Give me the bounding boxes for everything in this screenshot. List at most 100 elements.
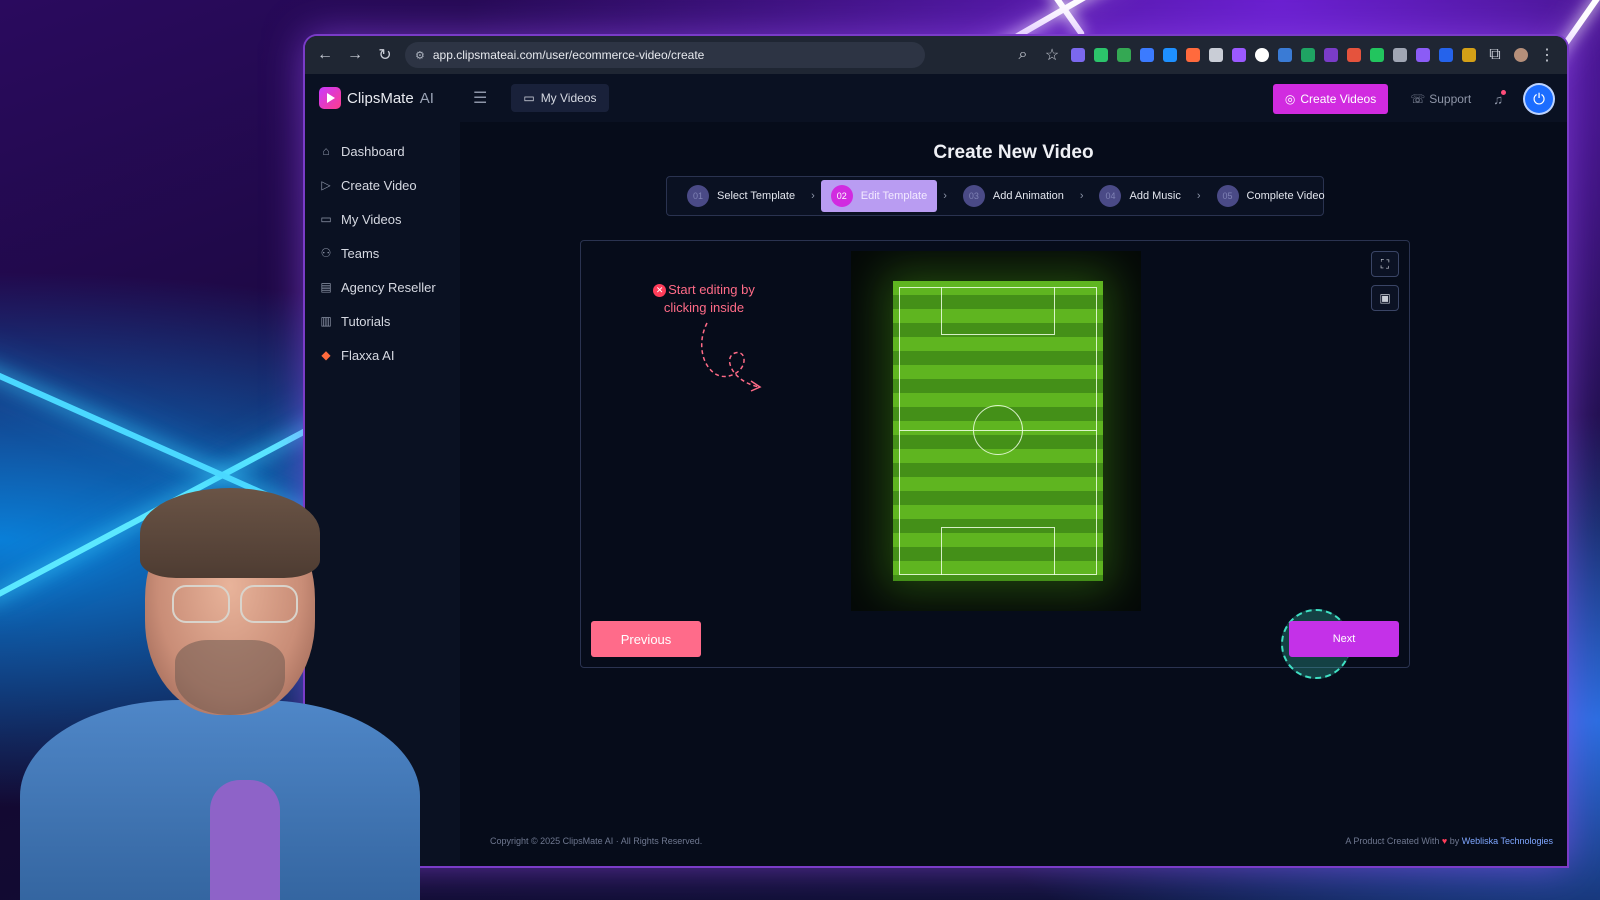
microphone [210, 780, 280, 900]
extension-icon[interactable] [1094, 48, 1108, 62]
extension-icon[interactable] [1209, 48, 1223, 62]
extension-icon[interactable] [1071, 48, 1085, 62]
extension-icon[interactable] [1370, 48, 1384, 62]
reload-icon[interactable]: ↻ [375, 45, 395, 65]
step-number: 01 [687, 185, 709, 207]
top-navbar: ClipsMate AI ☰ ▭ My Videos ◎ Create Vide… [305, 74, 1567, 122]
create-videos-button[interactable]: ◎ Create Videos [1272, 84, 1389, 114]
step-progress: 01 Select Template › 02 Edit Template › … [666, 176, 1325, 216]
chevron-right-icon: › [811, 190, 815, 202]
curly-arrow-icon [701, 322, 762, 392]
sidebar-item-tutorials[interactable]: ▥ Tutorials [305, 304, 455, 338]
power-icon[interactable]: ⏻ [1525, 85, 1553, 113]
chevron-right-icon: › [1079, 190, 1084, 202]
extension-icon[interactable] [1186, 48, 1200, 62]
headset-icon: ☏ [1410, 92, 1426, 106]
sidebar-item-dashboard[interactable]: ⌂ Dashboard [305, 134, 455, 168]
glasses-lens [172, 585, 230, 623]
create-videos-label: Create Videos [1300, 92, 1377, 106]
webcam-overlay [0, 480, 420, 900]
briefcase-icon: ▤ [320, 280, 332, 294]
penalty-box-bottom [941, 527, 1055, 575]
book-icon: ▥ [320, 314, 332, 328]
extension-icon[interactable] [1232, 48, 1246, 62]
brand-suffix: AI [419, 89, 434, 107]
step-number: 04 [1099, 185, 1122, 207]
menu-dots-icon[interactable]: ⋮ [1537, 45, 1557, 65]
sidebar-item-flaxxa-ai[interactable]: ◆ Flaxxa AI [305, 338, 455, 372]
url-text: app.clipsmateai.com/user/ecommerce-video… [432, 48, 705, 62]
sidebar-item-agency-reseller[interactable]: ▤ Agency Reseller [305, 270, 455, 304]
fullscreen-icon[interactable]: ⛶ [1371, 251, 1399, 277]
step-number: 05 [1216, 185, 1239, 207]
play-circle-icon: ▷ [321, 178, 331, 192]
puzzle-icon[interactable]: ⧉ [1485, 46, 1505, 64]
company-link[interactable]: Webliska Technologies [1462, 836, 1553, 846]
extension-icon[interactable] [1140, 48, 1154, 62]
extension-icon[interactable] [1301, 48, 1315, 62]
topnav-actions: ◎ Create Videos ☏ Support ♫ ⏻ [1272, 84, 1553, 114]
previous-button[interactable]: Previous [591, 621, 701, 657]
step-number: 02 [830, 185, 853, 207]
brand-logo[interactable]: ClipsMate AI [319, 87, 469, 109]
sidebar-item-label: Dashboard [341, 143, 405, 159]
my-videos-tab-label: My Videos [540, 91, 597, 105]
extension-icon[interactable] [1347, 48, 1361, 62]
bookmark-star-icon[interactable]: ☆ [1042, 45, 1062, 65]
play-circle-icon: ◎ [1284, 92, 1296, 106]
step-select-template[interactable]: 01 Select Template [677, 180, 805, 212]
brand-name: ClipsMate [347, 89, 414, 107]
sidebar-item-my-videos[interactable]: ▭ My Videos [305, 202, 455, 236]
step-label: Add Animation [992, 190, 1064, 202]
page-title: Create New Video [933, 142, 1094, 163]
support-link[interactable]: ☏ Support [1410, 92, 1471, 106]
extension-icon[interactable] [1439, 48, 1453, 62]
browser-toolbar: ← → ↻ ⚙ app.clipsmateai.com/user/ecommer… [305, 36, 1567, 74]
next-button[interactable]: Next [1289, 621, 1399, 657]
credit-by: by [1449, 836, 1460, 846]
back-icon[interactable]: ← [315, 46, 335, 64]
zoom-icon[interactable]: ⌕ [1013, 46, 1033, 64]
profile-avatar[interactable] [1514, 48, 1528, 62]
sidebar-item-teams[interactable]: ⚇ Teams [305, 236, 455, 270]
video-preview-canvas[interactable] [851, 251, 1141, 611]
step-add-animation[interactable]: 03 Add Animation [953, 180, 1074, 212]
notification-bell-icon[interactable]: ♫ [1493, 89, 1506, 107]
app: ClipsMate AI ☰ ▭ My Videos ◎ Create Vide… [305, 74, 1567, 866]
extension-icon[interactable] [1462, 48, 1476, 62]
logo-icon [319, 87, 341, 109]
my-videos-tab[interactable]: ▭ My Videos [511, 84, 609, 112]
step-label: Add Music [1129, 190, 1181, 202]
main-content: Create New Video 01 Select Template › 02… [460, 122, 1567, 866]
video-icon: ▭ [523, 91, 535, 105]
extension-icon[interactable] [1416, 48, 1430, 62]
extension-icon[interactable] [1324, 48, 1338, 62]
sidebar-item-create-video[interactable]: ▷ Create Video [305, 168, 455, 202]
copyright-text: Copyright © 2025 ClipsMate AI · All Righ… [490, 836, 703, 846]
extension-icon[interactable] [1163, 48, 1177, 62]
close-circle-icon: ✕ [653, 283, 667, 297]
step-complete-video[interactable]: 05 Complete Video [1207, 180, 1335, 212]
sidebar-item-label: Flaxxa AI [341, 347, 395, 363]
sidebar-item-label: Tutorials [341, 313, 391, 329]
extension-icon[interactable] [1255, 48, 1269, 62]
extension-icon[interactable] [1117, 48, 1131, 62]
address-bar[interactable]: ⚙ app.clipsmateai.com/user/ecommerce-vid… [405, 42, 925, 68]
step-label: Select Template [717, 190, 796, 202]
editing-hint: ✕ Start editing by clicking inside [639, 281, 769, 317]
hint-line-1: Start editing by [668, 282, 755, 297]
hint-line-2: clicking inside [663, 300, 745, 315]
penalty-box-top [941, 287, 1055, 335]
hamburger-menu-icon[interactable]: ☰ [473, 88, 487, 108]
image-icon[interactable]: ▣ [1371, 285, 1399, 311]
extension-icon[interactable] [1278, 48, 1292, 62]
step-add-music[interactable]: 04 Add Music [1089, 180, 1190, 212]
step-edit-template[interactable]: 02 Edit Template [820, 180, 938, 212]
site-info-icon[interactable]: ⚙ [415, 49, 425, 62]
step-label: Edit Template [860, 190, 928, 202]
forward-icon[interactable]: → [345, 46, 365, 64]
chevron-right-icon: › [1196, 190, 1201, 202]
extension-icon[interactable] [1393, 48, 1407, 62]
home-icon: ⌂ [322, 144, 330, 158]
extensions-bar: ⌕ ☆ ⧉ ⋮ [935, 45, 1557, 65]
